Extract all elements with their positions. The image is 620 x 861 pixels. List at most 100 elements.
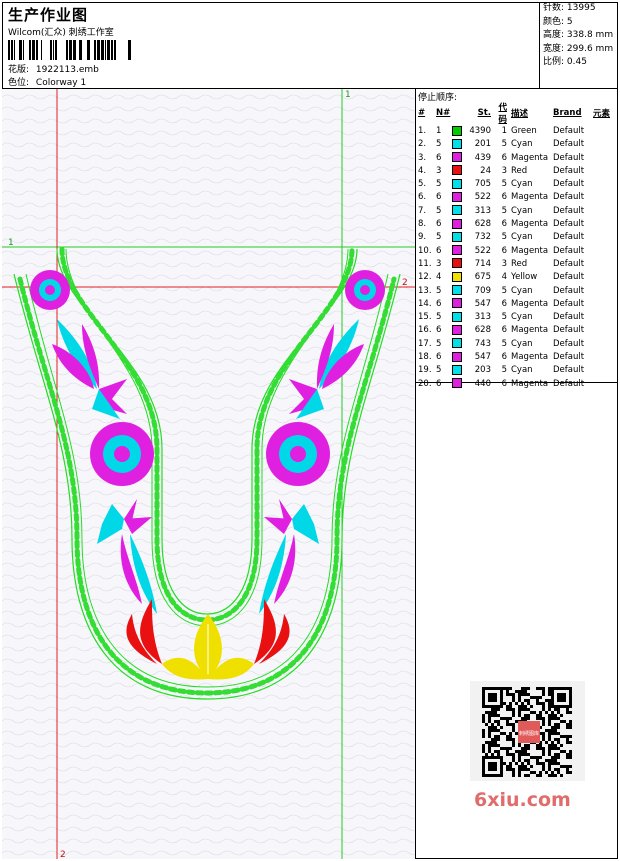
colorway-name: Colorway 1	[35, 78, 87, 88]
table-row: 5. 5 705 5 Cyan Default	[416, 178, 610, 191]
studio-subtitle: Wilcom(汇众) 刺绣工作室	[8, 28, 114, 38]
row-description: Magenta	[511, 352, 549, 363]
row-brand: Default	[553, 219, 585, 230]
row-needle: 6	[436, 192, 442, 203]
row-element	[593, 152, 610, 165]
color-swatch	[452, 378, 462, 389]
table-row: 11. 3 714 3 Red Default	[416, 258, 610, 271]
row-stitches: 628	[474, 219, 491, 230]
col-index: #	[418, 108, 426, 118]
colorway-line: 色位: Colorway 1	[8, 75, 86, 88]
table-row: 10. 6 522 6 Magenta Default	[416, 245, 610, 258]
row-element	[593, 364, 610, 377]
row-brand: Default	[553, 232, 585, 243]
guide-label-2-right: 2	[402, 278, 408, 288]
row-description: Magenta	[511, 298, 549, 309]
row-index: 16.	[418, 325, 432, 336]
row-code: 5	[501, 285, 507, 296]
row-code: 6	[501, 219, 507, 230]
row-index: 1.	[418, 126, 427, 136]
row-element	[593, 205, 610, 218]
row-code: 6	[501, 298, 507, 309]
col-element: 元素	[593, 109, 611, 119]
row-brand: Default	[553, 245, 585, 256]
row-index: 19.	[418, 365, 432, 376]
row-needle: 5	[436, 179, 442, 190]
row-stitches: 547	[474, 352, 491, 363]
colorway-label: 色位:	[8, 78, 30, 88]
table-row: 19. 5 203 5 Cyan Default	[416, 364, 610, 377]
design-file: 1922113.emb	[35, 65, 99, 75]
col-needle: N#	[436, 108, 451, 118]
stat-colors: 颜色: 5	[543, 16, 573, 27]
row-element	[593, 271, 610, 284]
row-code: 3	[501, 165, 507, 176]
flower-top-left	[30, 270, 70, 310]
row-stitches: 547	[474, 298, 491, 309]
table-row: 2. 5 201 5 Cyan Default	[416, 138, 610, 151]
row-description: Cyan	[511, 205, 533, 216]
flower-top-right	[345, 270, 385, 310]
stat-height: 高度: 338.8 mm	[543, 30, 614, 40]
guide-label-1-top: 1	[345, 90, 351, 100]
col-brand: Brand	[553, 108, 582, 118]
table-row: 3. 6 439 6 Magenta Default	[416, 152, 610, 165]
row-brand: Default	[553, 179, 585, 190]
row-code: 1	[501, 126, 507, 136]
row-index: 14.	[418, 298, 432, 309]
row-code: 6	[501, 152, 507, 163]
qr-code: 刺绣图库	[470, 681, 585, 781]
row-description: Cyan	[511, 139, 533, 150]
row-element	[593, 231, 610, 244]
row-index: 13.	[418, 285, 432, 296]
row-stitches: 705	[474, 179, 491, 190]
row-element	[593, 338, 610, 351]
row-stitches: 732	[474, 232, 491, 243]
color-swatch	[452, 351, 462, 362]
color-swatch	[452, 152, 462, 163]
color-swatch	[452, 271, 462, 282]
row-description: Magenta	[511, 152, 549, 163]
design-canvas: 1 1 2 2	[2, 88, 416, 859]
table-header: # N# St. 代码 描述 Brand 元素	[416, 101, 610, 125]
row-needle: 6	[436, 152, 442, 163]
row-element	[593, 298, 610, 311]
table-row: 6. 6 522 6 Magenta Default	[416, 191, 610, 204]
row-brand: Default	[553, 205, 585, 216]
row-index: 10.	[418, 245, 432, 256]
header: 生产作业图 Wilcom(汇众) 刺绣工作室 花版: 1922113.emb 色…	[2, 2, 539, 88]
design-line: 花版: 1922113.emb	[8, 62, 99, 75]
row-code: 3	[501, 258, 507, 269]
row-description: Magenta	[511, 219, 549, 230]
row-index: 17.	[418, 338, 432, 349]
row-brand: Default	[553, 298, 585, 309]
row-element	[593, 191, 610, 204]
row-element	[593, 165, 610, 178]
row-needle: 5	[436, 312, 442, 323]
row-description: Red	[511, 165, 528, 176]
stat-scale: 比例: 0.45	[543, 57, 587, 67]
table-row: 9. 5 732 5 Cyan Default	[416, 231, 610, 244]
col-description: 描述	[511, 109, 529, 119]
barcode	[8, 40, 131, 60]
design-label: 花版:	[8, 65, 30, 75]
stop-sequence-table: # N# St. 代码 描述 Brand 元素 1. 1 4390 1 Green Def…	[416, 101, 610, 391]
row-code: 6	[501, 192, 507, 203]
row-brand: Default	[553, 312, 585, 323]
color-swatch	[452, 258, 462, 269]
row-needle: 6	[436, 245, 442, 256]
row-code: 5	[501, 139, 507, 150]
row-needle: 6	[436, 219, 442, 230]
guide-label-2-bottom: 2	[60, 850, 66, 859]
color-swatch	[452, 178, 462, 189]
row-brand: Default	[553, 139, 585, 150]
row-description: Magenta	[511, 378, 549, 389]
row-description: Green	[511, 126, 537, 136]
row-element	[593, 258, 610, 271]
row-stitches: 24	[480, 165, 491, 176]
table-row: 14. 6 547 6 Magenta Default	[416, 298, 610, 311]
row-description: Magenta	[511, 325, 549, 336]
color-swatch	[452, 231, 462, 242]
row-stitches: 313	[474, 312, 491, 323]
color-swatch	[452, 138, 462, 149]
